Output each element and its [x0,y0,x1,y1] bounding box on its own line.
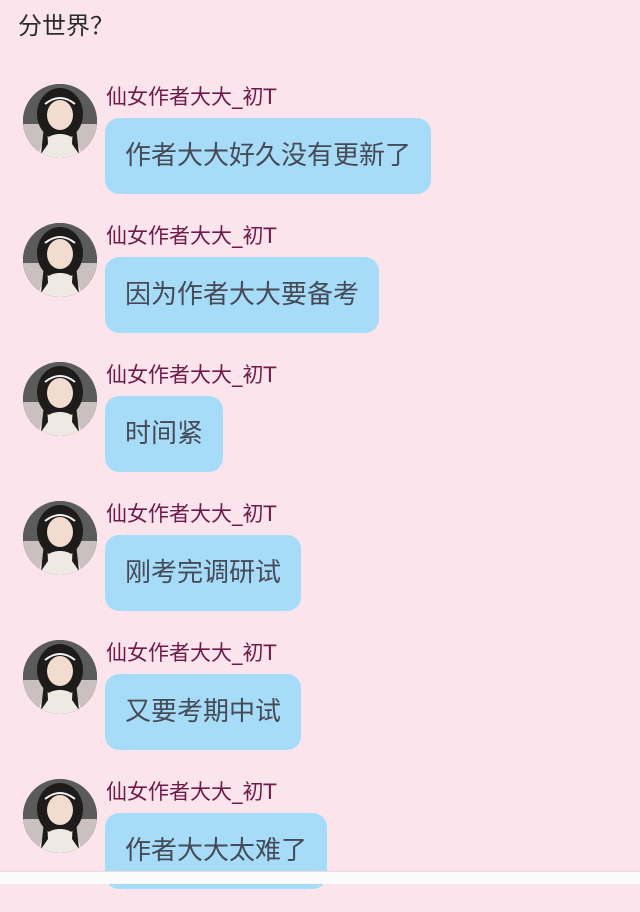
bottom-edge [0,871,640,884]
chat-message: 仙女作者大大_初T 作者大大好久没有更新了 [0,78,640,217]
sender-name[interactable]: 仙女作者大大_初T [106,778,276,806]
message-bubble[interactable]: 作者大大好久没有更新了 [105,118,432,194]
sender-avatar[interactable] [23,779,97,853]
sender-avatar[interactable] [23,501,97,575]
user-avatar-icon [23,501,97,575]
chat-message: 仙女作者大大_初T 因为作者大大要备考 [0,217,640,356]
user-avatar-icon [23,779,97,853]
message-bubble[interactable]: 时间紧 [105,396,224,472]
sender-name[interactable]: 仙女作者大大_初T [106,361,276,389]
message-bubble[interactable]: 刚考完调研试 [105,535,302,611]
sender-avatar[interactable] [23,223,97,297]
previous-message-tail: 分世界？ [18,12,114,40]
chat-message: 仙女作者大大_初T 刚考完调研试 [0,495,640,634]
user-avatar-icon [23,640,97,714]
message-bubble[interactable]: 又要考期中试 [105,674,302,750]
sender-name[interactable]: 仙女作者大大_初T [106,222,276,250]
user-avatar-icon [23,362,97,436]
sender-avatar[interactable] [23,362,97,436]
sender-avatar[interactable] [23,84,97,158]
message-bubble[interactable]: 因为作者大大要备考 [105,257,380,333]
chat-message: 仙女作者大大_初T 又要考期中试 [0,634,640,773]
sender-name[interactable]: 仙女作者大大_初T [106,639,276,667]
sender-name[interactable]: 仙女作者大大_初T [106,83,276,111]
sender-avatar[interactable] [23,640,97,714]
user-avatar-icon [23,84,97,158]
user-avatar-icon [23,223,97,297]
chat-message: 仙女作者大大_初T 时间紧 [0,356,640,495]
sender-name[interactable]: 仙女作者大大_初T [106,500,276,528]
chat-feed[interactable]: 仙女作者大大_初T 作者大大好久没有更新了 仙女作者大大_初T 因为作者大大要备… [0,78,640,912]
chat-message: 仙女作者大大_初T 作者大大太难了 [0,773,640,912]
